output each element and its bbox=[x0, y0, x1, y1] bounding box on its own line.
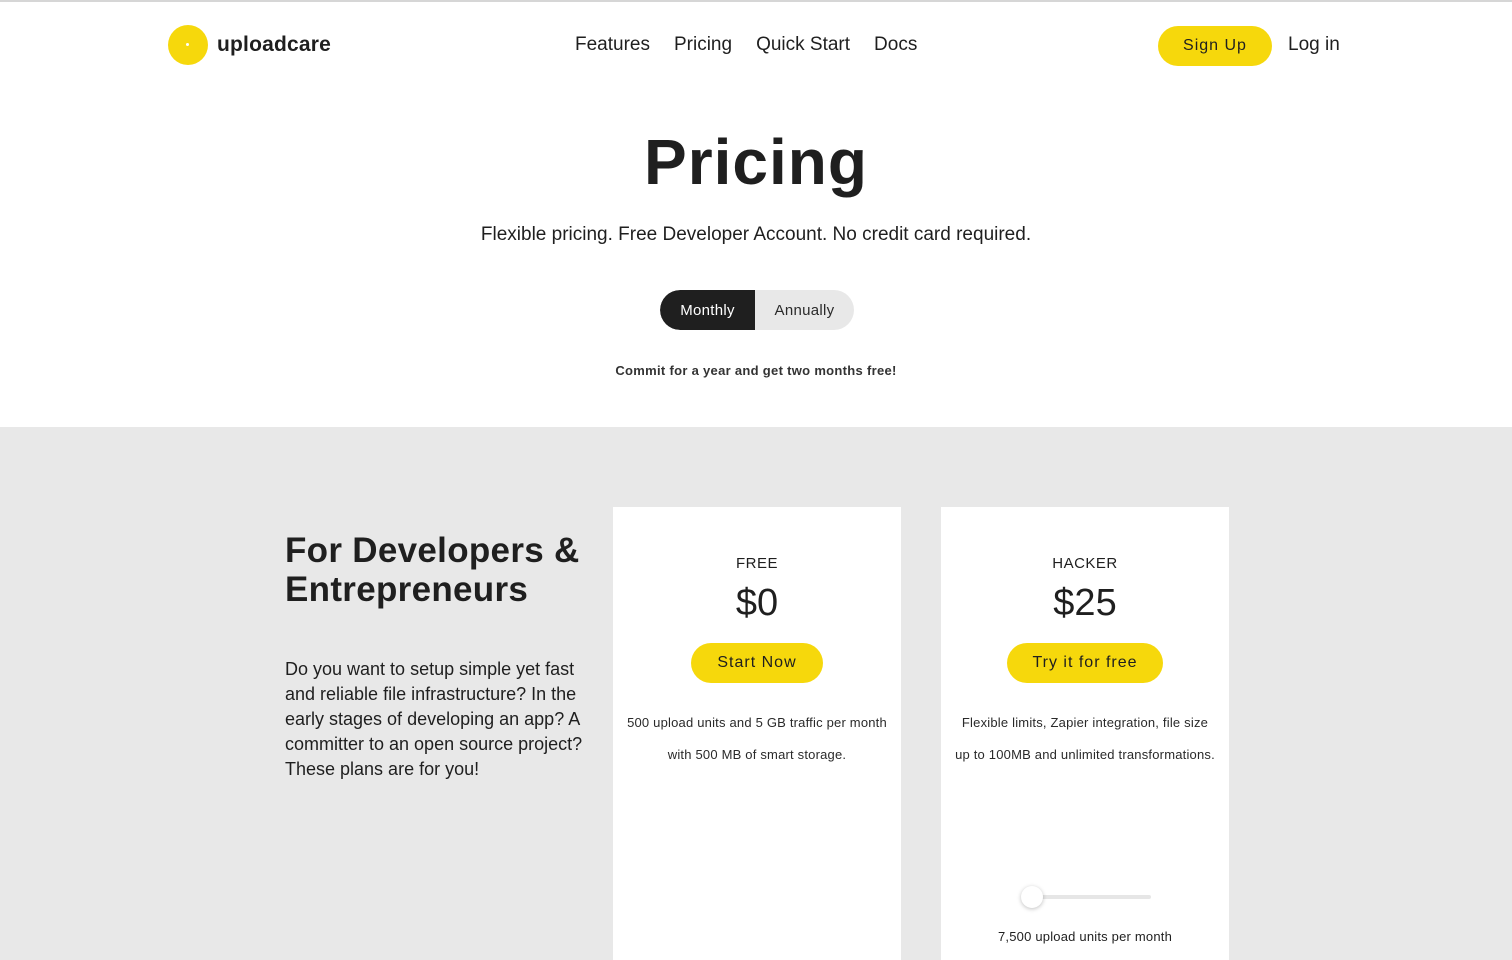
slider-thumb[interactable] bbox=[1021, 886, 1043, 908]
upload-units-slider[interactable] bbox=[1021, 886, 1151, 908]
plan-description: 500 upload units and 5 GB traffic per mo… bbox=[627, 715, 887, 762]
nav-quick-start[interactable]: Quick Start bbox=[756, 33, 850, 57]
section-title: For Developers & Entrepreneurs bbox=[285, 531, 580, 609]
logo-link[interactable]: uploadcare bbox=[168, 25, 331, 65]
toggle-monthly[interactable]: Monthly bbox=[660, 290, 755, 330]
main-nav: Features Pricing Quick Start Docs bbox=[575, 33, 941, 57]
plan-price: $0 bbox=[735, 582, 779, 624]
page-subtitle: Flexible pricing. Free Developer Account… bbox=[480, 224, 1032, 245]
start-now-button[interactable]: Start Now bbox=[691, 643, 823, 683]
commit-note: Commit for a year and get two months fre… bbox=[615, 363, 897, 378]
plan-card-free: FREE $0 Start Now 500 upload units and 5… bbox=[613, 507, 901, 960]
section-description: Do you want to setup simple yet fast and… bbox=[285, 659, 583, 779]
try-free-button[interactable]: Try it for free bbox=[1007, 643, 1163, 683]
sign-up-button[interactable]: Sign Up bbox=[1158, 26, 1272, 66]
slider-value-label: 7,500 upload units per month bbox=[998, 929, 1172, 944]
billing-toggle: Monthly Annually bbox=[660, 290, 854, 330]
plan-description: Flexible limits, Zapier integration, fil… bbox=[955, 715, 1215, 762]
nav-pricing[interactable]: Pricing bbox=[674, 33, 732, 57]
plan-price: $25 bbox=[1053, 582, 1117, 624]
plan-name: FREE bbox=[735, 555, 778, 572]
logo-text: uploadcare bbox=[217, 33, 332, 56]
page-title: Pricing bbox=[644, 126, 868, 198]
plan-name: HACKER bbox=[1052, 555, 1118, 572]
log-in-link[interactable]: Log in bbox=[1288, 33, 1340, 57]
site-header: uploadcare Features Pricing Quick Start … bbox=[0, 2, 1512, 88]
plan-card-hacker: HACKER $25 Try it for free Flexible limi… bbox=[941, 507, 1229, 960]
nav-features[interactable]: Features bbox=[575, 33, 650, 57]
logo-icon bbox=[168, 25, 208, 65]
toggle-annually[interactable]: Annually bbox=[755, 290, 854, 330]
nav-docs[interactable]: Docs bbox=[874, 33, 917, 57]
